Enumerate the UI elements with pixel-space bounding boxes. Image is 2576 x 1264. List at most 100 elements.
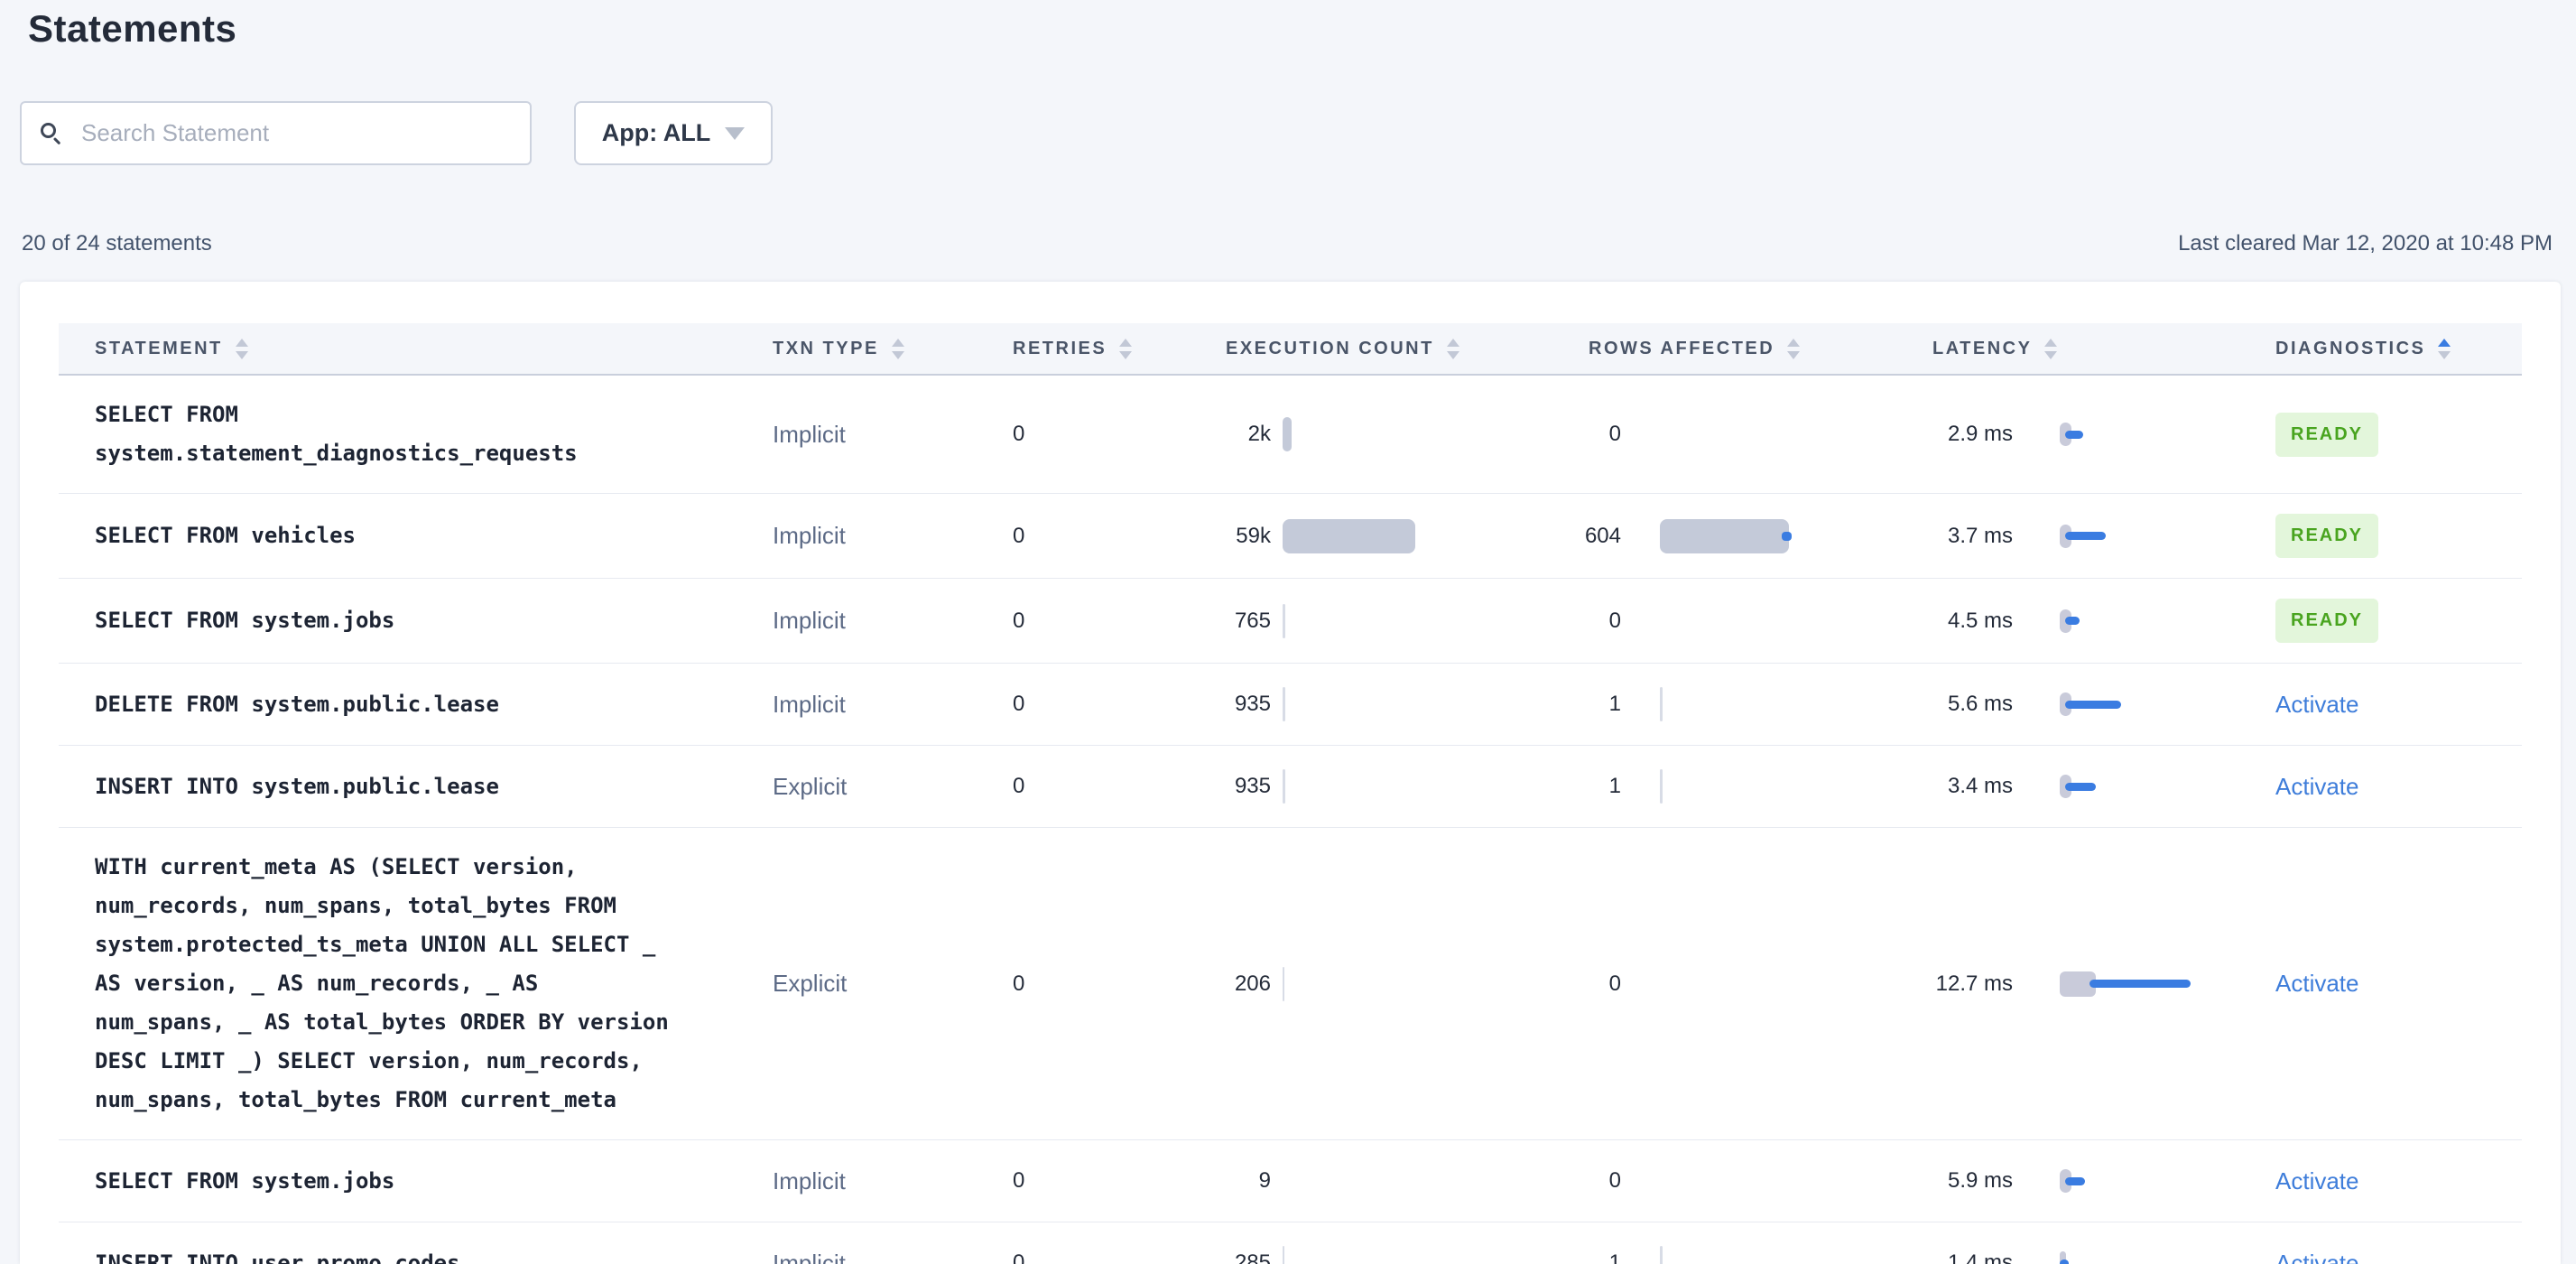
execution-count-bar [1283, 417, 1292, 451]
search-icon [40, 122, 63, 145]
column-header-retries[interactable]: RETRIES [993, 338, 1219, 359]
statement-text: SELECT FROM [95, 402, 238, 427]
txn-type-cell: Implicit [773, 522, 846, 549]
diagnostics-ready-badge: READY [2275, 599, 2379, 643]
statement-cell[interactable]: INSERT INTO user_promo_codes [59, 1244, 758, 1264]
activate-diagnostics-link[interactable]: Activate [2275, 970, 2359, 998]
sort-arrows-icon[interactable] [2044, 338, 2058, 359]
statements-panel: STATEMENT TXN TYPE RETRIES EXECUTION COUNT R… [20, 282, 2561, 1264]
latency-bar [2060, 524, 2106, 548]
search-input[interactable] [81, 119, 512, 147]
txn-type-cell: Implicit [773, 1166, 846, 1194]
app-filter-dropdown[interactable]: App: ALL [574, 101, 773, 165]
statement-cell[interactable]: DELETE FROM system.public.lease [59, 685, 758, 724]
table-header-row: STATEMENT TXN TYPE RETRIES EXECUTION COUNT R… [59, 323, 2522, 376]
retries-cell: 0 [1013, 1250, 1025, 1264]
execution-count-cell: 935 [1219, 683, 1495, 725]
search-box[interactable] [20, 101, 532, 165]
activate-diagnostics-link[interactable]: Activate [2275, 773, 2359, 801]
statement-text: INSERT INTO system.public.lease [95, 773, 499, 799]
statement-cell[interactable]: SELECT FROM system.jobs [59, 1162, 758, 1201]
column-header-txn[interactable]: TXN TYPE [758, 338, 993, 359]
statement-cell[interactable]: INSERT INTO system.public.lease [59, 767, 758, 806]
column-label: EXECUTION COUNT [1226, 338, 1434, 358]
diagnostics-cell: Activate [2217, 1250, 2522, 1264]
sort-arrows-icon[interactable] [1446, 338, 1459, 359]
statement-cell[interactable]: SELECT FROM vehicles [59, 516, 758, 555]
latency-cell: 4.5 ms [1932, 609, 2217, 634]
rows-affected-cell: 0 [1608, 422, 1621, 446]
sort-arrows-icon[interactable] [891, 338, 904, 359]
statement-cell[interactable]: SELECT FROM system.jobs [59, 601, 758, 640]
latency-cell: 5.9 ms [1932, 1168, 2217, 1194]
table-row: INSERT INTO user_promo_codes Implicit 0 285… [59, 1222, 2522, 1264]
execution-count-bar [1283, 1246, 1284, 1264]
execution-count-cell: 9 [1258, 1168, 1271, 1193]
diagnostics-ready-badge: READY [2275, 412, 2379, 457]
table-row: SELECT FROM system.statement_diagnostics_… [59, 376, 2522, 494]
retries-cell: 0 [1013, 971, 1025, 996]
column-label: RETRIES [1013, 338, 1107, 358]
rows-affected-cell: 0 [1608, 608, 1621, 633]
execution-count-bar [1283, 518, 1415, 553]
statement-text: DELETE FROM system.public.lease [95, 691, 499, 717]
txn-type-cell: Implicit [773, 607, 846, 634]
diagnostics-cell: READY [2217, 599, 2522, 643]
activate-diagnostics-link[interactable]: Activate [2275, 1250, 2359, 1264]
retries-cell: 0 [1013, 692, 1025, 716]
app-filter-value: App: ALL [601, 119, 711, 146]
diagnostics-cell: READY [2217, 412, 2522, 457]
statement-text: num_spans, _ AS total_bytes ORDER BY ver… [95, 1009, 669, 1035]
statement-text: system.statement_diagnostics_requests [95, 441, 578, 466]
statement-text: WITH current_meta AS (SELECT version, [95, 854, 578, 879]
column-header-rows[interactable]: ROWS AFFECTED [1495, 338, 1932, 359]
statement-text: SELECT FROM system.jobs [95, 608, 395, 633]
retries-cell: 0 [1013, 523, 1025, 548]
statement-cell[interactable]: WITH current_meta AS (SELECT version, num… [59, 848, 758, 1120]
column-header-stmt[interactable]: STATEMENT [59, 338, 758, 359]
column-header-diag[interactable]: DIAGNOSTICS [2217, 338, 2522, 359]
latency-cell: 2.9 ms [1932, 422, 2217, 447]
retries-cell: 0 [1013, 774, 1025, 798]
latency-bar [2060, 1251, 2069, 1264]
rows-affected-bar [1660, 769, 1663, 804]
table-row: SELECT FROM vehicles Implicit 0 59k 604 3.7 m… [59, 494, 2522, 579]
retries-cell: 0 [1013, 1168, 1025, 1193]
rows-affected-cell: 1 [1495, 766, 1932, 807]
statement-count: 20 of 24 statements [22, 231, 212, 256]
execution-count-cell: 59k [1219, 516, 1495, 557]
sort-arrows-icon[interactable] [1787, 338, 1801, 359]
txn-type-cell: Explicit [773, 970, 848, 997]
activate-diagnostics-link[interactable]: Activate [2275, 691, 2359, 719]
table-row: DELETE FROM system.public.lease Implicit 0… [59, 664, 2522, 746]
rows-affected-bar [1660, 687, 1663, 721]
diagnostics-cell: Activate [2217, 1167, 2522, 1195]
latency-cell: 5.6 ms [1932, 692, 2217, 717]
latency-bar [2060, 609, 2080, 633]
statement-text: INSERT INTO user_promo_codes [95, 1250, 460, 1264]
statement-cell[interactable]: SELECT FROM system.statement_diagnostics_… [59, 395, 758, 473]
execution-count-bar [1283, 603, 1285, 638]
activate-diagnostics-link[interactable]: Activate [2275, 1167, 2359, 1195]
txn-type-cell: Implicit [773, 1249, 846, 1264]
latency-bar [2060, 692, 2121, 716]
chevron-down-icon [725, 126, 746, 140]
retries-cell: 0 [1013, 422, 1025, 446]
column-header-exec[interactable]: EXECUTION COUNT [1219, 338, 1495, 359]
table-row: SELECT FROM system.jobs Implicit 0 765 0 4.5 … [59, 579, 2522, 664]
execution-count-cell: 765 [1219, 600, 1495, 642]
column-label: TXN TYPE [773, 338, 879, 358]
execution-count-bar [1283, 966, 1284, 1001]
column-header-lat[interactable]: LATENCY [1932, 338, 2217, 359]
latency-cell: 1.4 ms [1932, 1250, 2217, 1264]
table-row: INSERT INTO system.public.lease Explicit 0… [59, 746, 2522, 828]
sort-arrows-icon[interactable] [1119, 338, 1133, 359]
rows-affected-cell: 604 [1495, 516, 1932, 557]
statement-text: system.protected_ts_meta UNION ALL SELEC… [95, 932, 656, 957]
diagnostics-cell: Activate [2217, 691, 2522, 719]
last-cleared: Last cleared Mar 12, 2020 at 10:48 PM [2178, 231, 2553, 256]
txn-type-cell: Implicit [773, 420, 846, 448]
latency-bar [2060, 1169, 2085, 1193]
sort-arrows-icon[interactable] [2438, 338, 2451, 359]
sort-arrows-icon[interactable] [235, 338, 248, 359]
